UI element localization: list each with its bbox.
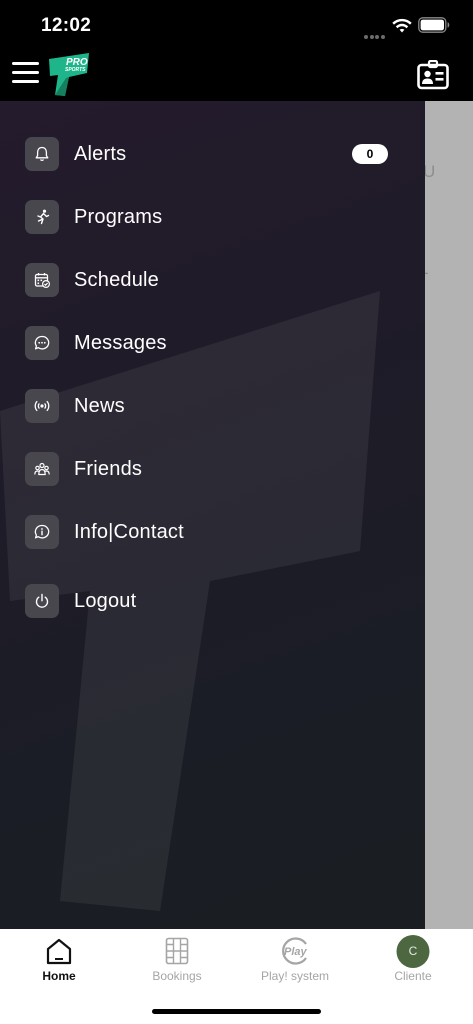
menu-item-messages[interactable]: Messages [25,323,400,363]
id-card-icon[interactable] [417,60,449,90]
play-logo-icon: Play [282,937,308,965]
avatar: C [396,935,430,968]
battery-icon [418,17,450,33]
wifi-icon [392,18,412,33]
status-time: 12:02 [41,15,92,36]
chat-bubble-icon [34,335,50,350]
group-icon [34,462,50,476]
app-header: PRO SPORTS [0,48,473,101]
pro-sports-logo[interactable]: PRO SPORTS [47,51,91,97]
background-text-fragment: U [425,162,436,181]
tab-label: Cliente [394,969,432,983]
menu-label: Messages [74,331,167,354]
logo-text-bottom: SPORTS [65,67,86,73]
broadcast-icon [34,400,50,412]
calendar-check-icon [34,273,51,289]
home-indicator[interactable] [152,1009,321,1014]
menu-label: News [74,394,125,417]
tab-cliente[interactable]: C Cliente [354,929,472,993]
home-icon [46,938,72,965]
menu-item-programs[interactable]: Programs [25,197,400,237]
background-screen-overlay[interactable]: U - [425,101,473,929]
background-text-fragment: - [425,263,429,283]
status-bar: 12:02 [0,0,473,48]
tab-bookings[interactable]: Bookings [118,929,236,993]
side-drawer: Alerts 0 Programs Schedule Messages News… [0,101,425,929]
bookings-icon [165,937,189,965]
running-figure-icon [37,209,50,225]
menu-item-friends[interactable]: Friends [25,449,400,489]
tab-label: Play! system [260,969,329,983]
alerts-count-badge: 0 [352,144,388,164]
tab-label: Bookings [152,969,202,983]
tab-label: Home [42,969,76,983]
menu-item-info-contact[interactable]: Info|Contact [25,512,400,552]
menu-label: Programs [74,205,163,228]
tab-play-system[interactable]: Play Play! system [236,929,354,993]
menu-label: Alerts [74,142,127,165]
tab-home[interactable]: Home [0,929,118,993]
bell-icon [35,146,49,162]
power-icon [35,593,49,608]
menu-label: Info|Contact [74,520,184,543]
bottom-tab-bar: Home Bookings Play Play! system C Client… [0,929,473,1024]
hamburger-icon[interactable] [12,62,39,84]
signal-dots-icon [364,26,386,39]
menu-item-alerts[interactable]: Alerts 0 [25,134,400,174]
menu-label: Logout [74,589,137,612]
menu-label: Schedule [74,268,159,291]
menu-item-news[interactable]: News [25,386,400,426]
menu-label: Friends [74,457,143,480]
menu-item-schedule[interactable]: Schedule [25,260,400,300]
info-bubble-icon [34,524,50,539]
svg-text:Play: Play [284,946,308,958]
menu-item-logout[interactable]: Logout [25,581,400,621]
